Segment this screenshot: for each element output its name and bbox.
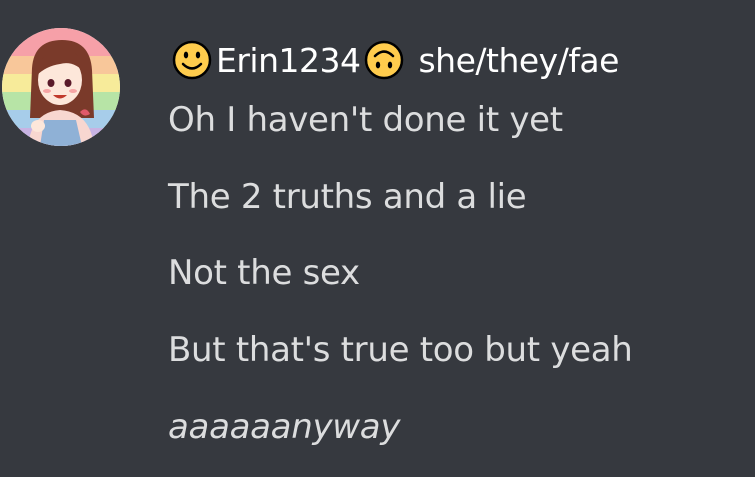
message-line[interactable]: Oh I haven't done it yet — [168, 100, 563, 140]
message-line[interactable]: The 2 truths and a lie — [168, 177, 527, 217]
message-line-italic[interactable]: aaaaaanyway — [168, 407, 400, 447]
message-line[interactable]: But that's true too but yeah — [168, 330, 633, 370]
username[interactable]: Erin1234 — [216, 41, 361, 80]
upside-down-face-icon — [364, 40, 404, 80]
smiling-face-icon — [172, 40, 212, 80]
message-line[interactable]: Not the sex — [168, 253, 360, 293]
pronouns: she/they/fae — [418, 40, 619, 80]
message-header: Erin1234 she/they/fae — [172, 35, 619, 85]
avatar[interactable] — [2, 28, 120, 146]
